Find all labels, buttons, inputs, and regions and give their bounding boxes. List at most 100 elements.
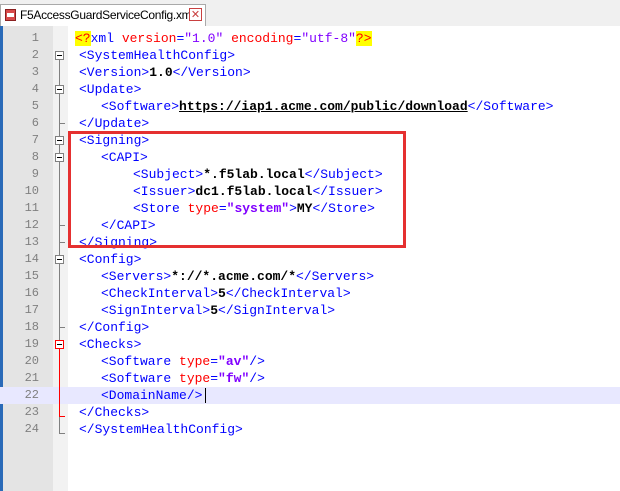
- fold-guide-end: [59, 242, 65, 243]
- fold-guide-end: [59, 327, 65, 328]
- tag-domainname: <DomainName/>: [101, 388, 203, 403]
- code-line: 19 <Checks>: [0, 336, 620, 353]
- code-line: 2 <SystemHealthConfig>: [0, 47, 620, 64]
- fold-guide-end: [59, 433, 65, 434]
- fold-guide-active: [59, 349, 60, 416]
- xml-pi-close: ?>: [355, 31, 372, 46]
- tag-software-av: <Software: [101, 354, 180, 369]
- code-line: 1 <?xml version="1.0" encoding="utf-8"?>: [0, 30, 620, 47]
- version-value: 1.0: [149, 65, 173, 80]
- current-line: 22 <DomainName/>: [0, 387, 620, 404]
- tag-version-open: <Version>: [79, 65, 150, 80]
- tag-software-av-end: />: [249, 354, 265, 369]
- code-line: 20 <Software type="av"/>: [0, 353, 620, 370]
- line-number: 5: [31, 99, 39, 113]
- line-number: 17: [24, 303, 39, 317]
- code-line: 5 <Software>https://iap1.acme.com/public…: [0, 98, 620, 115]
- tab-config-file[interactable]: F5AccessGuardServiceConfig.xml ✕: [0, 4, 206, 26]
- attr-version: version: [121, 31, 177, 46]
- line-number: 16: [24, 286, 39, 300]
- val-version: "1.0": [184, 31, 224, 46]
- fold-guide-end: [59, 123, 65, 124]
- code-line: 16 <CheckInterval>5</CheckInterval>: [0, 285, 620, 302]
- fold-guide-end: [59, 225, 65, 226]
- line-number: 7: [31, 133, 39, 147]
- tag-config-close: </Config>: [79, 320, 150, 335]
- text-caret: [205, 388, 206, 403]
- line-number: 8: [31, 150, 39, 164]
- tag-signinterval-close: </SignInterval>: [218, 303, 336, 318]
- line-number: 10: [24, 184, 39, 198]
- servers-value: *://*.acme.com/*: [171, 269, 297, 284]
- tag-software-close: </Software>: [467, 99, 554, 114]
- line-number: 24: [24, 422, 39, 436]
- file-icon: [5, 9, 16, 21]
- line-number: 21: [24, 371, 39, 385]
- line-number: 20: [24, 354, 39, 368]
- fold-toggle-icon[interactable]: [55, 153, 64, 162]
- code-line: 21 <Software type="fw"/>: [0, 370, 620, 387]
- code-line: 23 </Checks>: [0, 404, 620, 421]
- code-line: 24 </SystemHealthConfig>: [0, 421, 620, 438]
- attr-software-fw-type: type: [179, 371, 211, 386]
- eq: =: [210, 354, 219, 369]
- line-number: 1: [31, 31, 39, 45]
- code-line: 4 <Update>: [0, 81, 620, 98]
- line-number: 14: [24, 252, 39, 266]
- close-icon[interactable]: ✕: [189, 8, 202, 21]
- fold-toggle-icon[interactable]: [55, 255, 64, 264]
- line-number: 23: [24, 405, 39, 419]
- tag-systemhealth-open: <SystemHealthConfig>: [79, 48, 236, 63]
- line-number: 3: [31, 65, 39, 79]
- code-line: 3 <Version>1.0</Version>: [0, 64, 620, 81]
- tag-checks-close: </Checks>: [79, 405, 150, 420]
- tag-software-fw: <Software: [101, 371, 180, 386]
- tag-update-open: <Update>: [79, 82, 142, 97]
- line-number: 18: [24, 320, 39, 334]
- line-number: 2: [31, 48, 39, 62]
- code-line: 15 <Servers>*://*.acme.com/*</Servers>: [0, 268, 620, 285]
- line-number: 12: [24, 218, 39, 232]
- code-line: 14 <Config>: [0, 251, 620, 268]
- attr-encoding: encoding: [231, 31, 294, 46]
- val-software-fw: "fw": [218, 371, 250, 386]
- attr-software-av-type: type: [179, 354, 211, 369]
- xml-pi-open: <?: [75, 31, 91, 46]
- fold-guide-end: [59, 416, 65, 417]
- fold-toggle-icon[interactable]: [55, 51, 64, 60]
- tag-software-fw-end: />: [249, 371, 265, 386]
- line-number: 4: [31, 82, 39, 96]
- line-number: 13: [24, 235, 39, 249]
- tag-update-close: </Update>: [79, 116, 150, 131]
- tag-checks-open: <Checks>: [79, 337, 142, 352]
- val-encoding: "utf-8": [301, 31, 356, 46]
- code-line: 18 </Config>: [0, 319, 620, 336]
- eq: =: [210, 371, 219, 386]
- tag-software-open: <Software>: [101, 99, 180, 114]
- tag-systemhealth-close: </SystemHealthConfig>: [79, 422, 243, 437]
- tab-label: F5AccessGuardServiceConfig.xml: [20, 8, 194, 22]
- signing-highlight-box: [68, 131, 406, 248]
- tag-version-close: </Version>: [172, 65, 251, 80]
- checkinterval-value: 5: [218, 286, 226, 301]
- line-number: 22: [24, 388, 39, 402]
- xml-pi-name: xml: [90, 31, 115, 46]
- line-number: 11: [24, 201, 39, 215]
- line-number: 9: [31, 167, 39, 181]
- fold-toggle-icon[interactable]: [55, 85, 64, 94]
- tag-servers-open: <Servers>: [101, 269, 172, 284]
- code-line: 17 <SignInterval>5</SignInterval>: [0, 302, 620, 319]
- code-line: 6 </Update>: [0, 115, 620, 132]
- software-url-link[interactable]: https://iap1.acme.com/public/download: [179, 99, 468, 114]
- tag-checkinterval-open: <CheckInterval>: [101, 286, 219, 301]
- fold-toggle-icon[interactable]: [55, 136, 64, 145]
- tag-config-open: <Config>: [79, 252, 142, 267]
- val-software-av: "av": [218, 354, 250, 369]
- tag-signinterval-open: <SignInterval>: [101, 303, 211, 318]
- fold-toggle-icon[interactable]: [55, 340, 64, 349]
- line-number: 6: [31, 116, 39, 130]
- signinterval-value: 5: [210, 303, 219, 318]
- line-number: 19: [24, 337, 39, 351]
- tag-checkinterval-close: </CheckInterval>: [225, 286, 351, 301]
- tab-bar: F5AccessGuardServiceConfig.xml ✕: [0, 0, 620, 27]
